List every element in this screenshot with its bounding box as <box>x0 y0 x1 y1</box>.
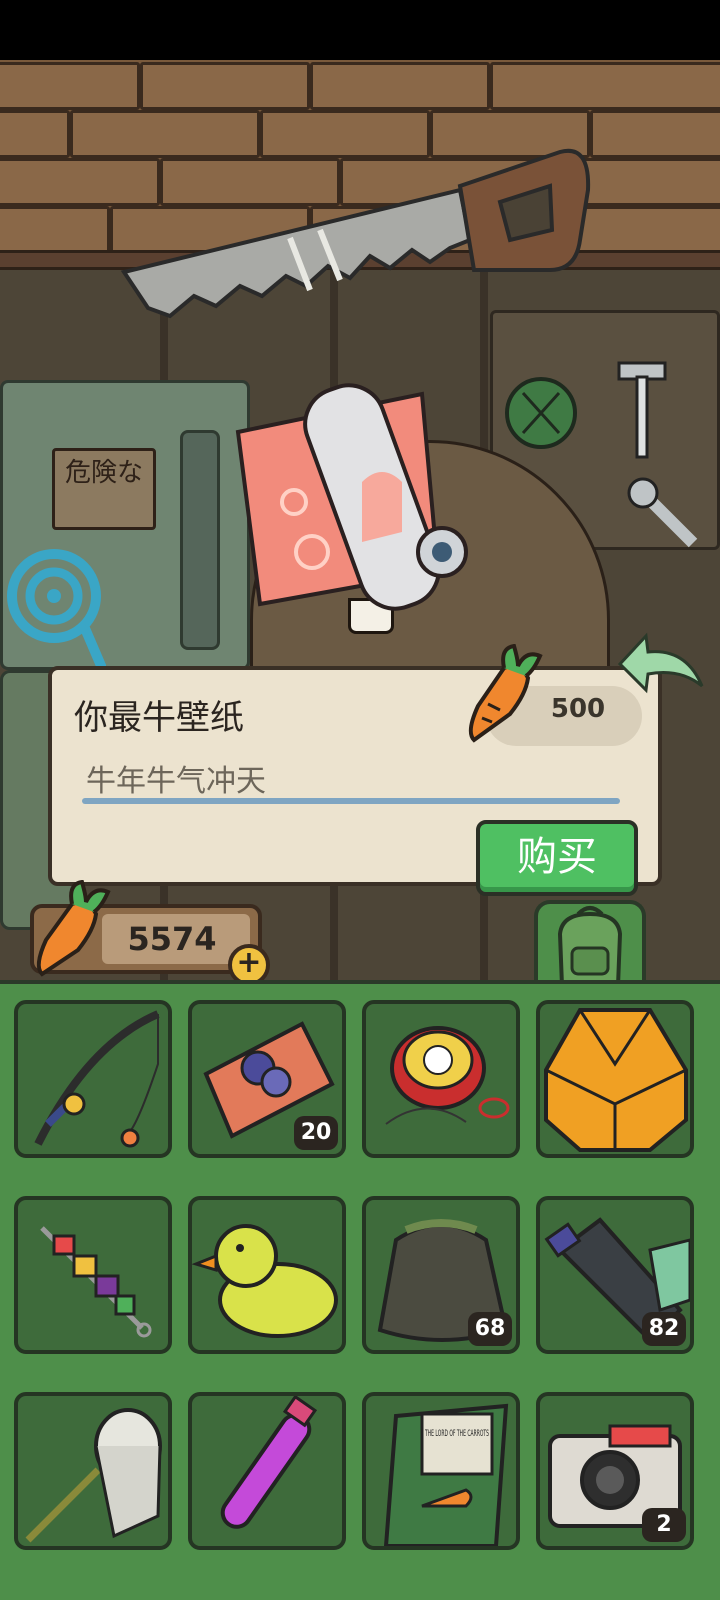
brick <box>0 62 140 110</box>
inventory-slot-potion-vial[interactable] <box>188 1392 346 1550</box>
spiral-lollipop-icon <box>7 549 106 670</box>
item-purchase-dialog: 你最牛壁纸 500 牛年牛气冲天 购买 <box>48 644 662 896</box>
inventory-slot-instant-camera[interactable]: 2 <box>536 1392 694 1550</box>
back-arrow-icon[interactable] <box>616 630 706 694</box>
buy-button[interactable]: 购买 <box>476 820 638 896</box>
description-underline <box>82 798 620 804</box>
inventory-slot-plastic-bottle[interactable]: 82 <box>536 1196 694 1354</box>
backpack-icon <box>557 906 623 988</box>
inventory-slot-yoyo[interactable] <box>362 1000 520 1158</box>
game-screen: 危険な 你最牛壁纸 500 牛年牛气冲天 购买 5574 + 20 68 82 … <box>0 0 720 1600</box>
skewer-icon <box>40 1226 152 1338</box>
rubber-duck-icon <box>192 1224 338 1338</box>
carrot-currency-icon <box>36 880 111 977</box>
inventory-panel: 20 68 82 THE LORD OF THE CARROTS 2 <box>0 980 720 1600</box>
item-price: 500 <box>550 694 606 724</box>
fishing-rod-icon <box>34 1010 160 1148</box>
brick <box>0 206 110 254</box>
inventory-slot-collection-ticket[interactable]: 20 <box>188 1000 346 1158</box>
book-title: THE LORD OF THE CARROTS <box>424 1429 489 1439</box>
danger-sign: 危険な <box>52 448 156 530</box>
item-name: 你最牛壁纸 <box>74 698 244 738</box>
item-description: 牛年牛气冲天 <box>86 764 266 799</box>
brick <box>310 62 490 110</box>
item-count: 2 <box>642 1508 686 1542</box>
inventory-slot-bug-net[interactable] <box>14 1392 172 1550</box>
machine-slot <box>180 430 220 650</box>
origami-icon <box>544 1008 688 1152</box>
item-count: 68 <box>468 1312 512 1346</box>
status-bar <box>0 0 720 60</box>
inventory-slot-rubber-duck[interactable] <box>188 1196 346 1354</box>
sign-text: 危険な <box>65 458 144 488</box>
wallpaper-item-icon <box>235 383 468 611</box>
bug-net-icon <box>25 1408 162 1543</box>
inventory-slot-book[interactable]: THE LORD OF THE CARROTS <box>362 1392 520 1550</box>
saw-icon <box>120 148 591 319</box>
carrot-icon <box>468 644 543 743</box>
potion-vial-icon <box>220 1396 318 1529</box>
inventory-slot-origami-fortune-teller[interactable] <box>536 1000 694 1158</box>
brick <box>0 110 70 158</box>
brick <box>140 62 310 110</box>
inventory-slot-fishing-rod[interactable] <box>14 1000 172 1158</box>
carrot-balance: 5574 <box>127 920 217 958</box>
brick <box>590 110 720 158</box>
yoyo-icon <box>385 1026 510 1125</box>
book-icon: THE LORD OF THE CARROTS <box>383 1403 509 1546</box>
inventory-slot-vegetable-skewer[interactable] <box>14 1196 172 1354</box>
brick <box>490 62 720 110</box>
inventory-slot-old-sack[interactable]: 68 <box>362 1196 520 1354</box>
item-count: 20 <box>294 1116 338 1150</box>
backpack-tab[interactable] <box>534 900 646 990</box>
item-count: 82 <box>642 1312 686 1346</box>
